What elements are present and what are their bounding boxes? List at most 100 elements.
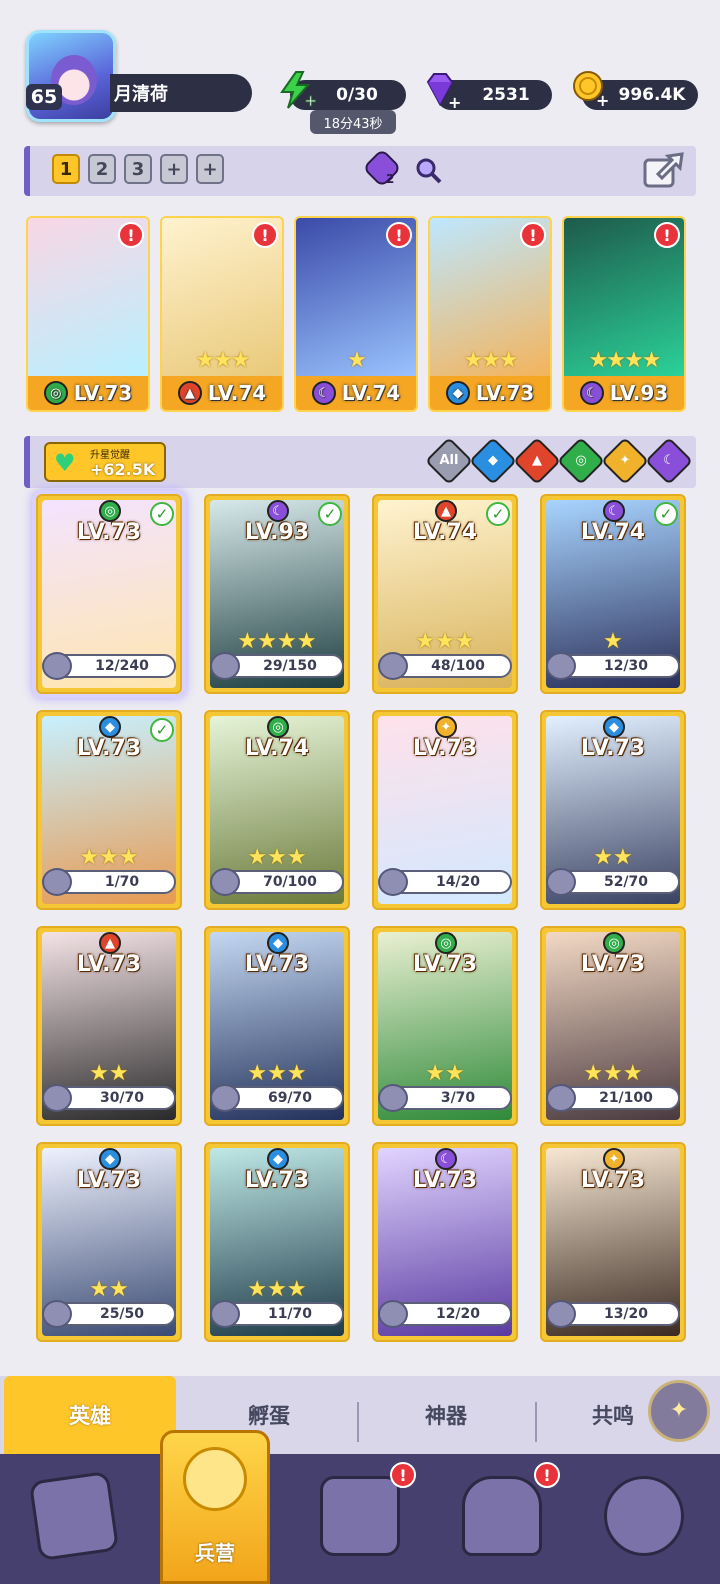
nav-barracks-label: 兵营: [195, 1541, 235, 1565]
shard-icon: [546, 1300, 576, 1328]
svg-text:+: +: [448, 93, 460, 110]
wind-element-icon: ◎: [267, 716, 289, 738]
hero-level: LV.73: [412, 952, 478, 977]
team-hero-card[interactable]: ◎ LV.73!: [26, 216, 150, 412]
barracks-icon: [183, 1447, 247, 1511]
light-element-icon: ✦: [603, 1148, 625, 1170]
sparkle-button[interactable]: ✦: [648, 1380, 710, 1442]
gem-icon[interactable]: +: [420, 70, 460, 110]
gold-coin-icon[interactable]: +: [568, 68, 608, 108]
hero-card[interactable]: ☾ LV.73 12/20: [372, 1142, 518, 1342]
awaken-bonus[interactable]: ♥ 升星觉醒 +62.5K: [44, 442, 166, 482]
hero-level: LV.93: [609, 381, 669, 405]
hero-card[interactable]: ☾ LV.74 ✓ ★ 12/30: [540, 494, 686, 694]
awaken-label: 升星觉醒: [90, 450, 130, 461]
shard-icon: [546, 868, 576, 896]
nav-castle-icon[interactable]: [462, 1476, 542, 1556]
hero-level: LV.73: [76, 1168, 142, 1193]
shard-icon: [42, 1300, 72, 1328]
hero-stars: ★★★★: [588, 348, 662, 373]
hero-card[interactable]: ▲ LV.73 ★★ 30/70: [36, 926, 182, 1126]
hero-card[interactable]: ◎ LV.73 ★★ 3/70: [372, 926, 518, 1126]
all-filter-label: All: [439, 453, 459, 468]
nav-cards-icon[interactable]: [28, 1470, 120, 1562]
hero-level: LV.73: [580, 736, 646, 761]
shard-icon: [210, 868, 240, 896]
svg-text:+: +: [596, 91, 608, 108]
hero-card[interactable]: ✦ LV.73 14/20: [372, 710, 518, 910]
team-hero-card[interactable]: ★ ☾ LV.74!: [294, 216, 418, 412]
hero-level: LV.74: [341, 381, 401, 405]
tab-heroes[interactable]: 英雄: [4, 1376, 176, 1454]
search-icon[interactable]: [414, 156, 444, 186]
hero-level: LV.73: [580, 1168, 646, 1193]
water-element-icon: ◆: [99, 1148, 121, 1170]
awaken-value: +62.5K: [90, 460, 156, 479]
hero-stars: ★★★: [583, 1061, 643, 1086]
light-element-icon: ✦: [435, 716, 457, 738]
hero-stars: ★★★: [415, 629, 475, 654]
hero-card[interactable]: ◎ LV.74 ★★★ 70/100: [204, 710, 350, 910]
hero-stars: ★: [603, 629, 623, 654]
wind-element-icon: ◎: [603, 932, 625, 954]
team-hero-card[interactable]: ★★★ ▲ LV.74!: [160, 216, 284, 412]
alert-badge: !: [118, 222, 144, 248]
nav-barracks[interactable]: 兵营: [160, 1430, 270, 1584]
hero-stars: ★★★: [247, 845, 307, 870]
check-icon: ✓: [318, 502, 342, 526]
hero-card[interactable]: ◆ LV.73 ★★★ 69/70: [204, 926, 350, 1126]
hero-stars: ★★★: [463, 348, 518, 373]
team-hero-card[interactable]: ★★★★ ☾ LV.93!: [562, 216, 686, 412]
check-icon: ✓: [150, 502, 174, 526]
hero-card[interactable]: ✦ LV.73 13/20: [540, 1142, 686, 1342]
water-filter-label: ◆: [488, 453, 498, 468]
shard-icon: [42, 868, 72, 896]
nav-map-alert: !: [390, 1462, 416, 1488]
dark-element-icon: ☾: [579, 381, 604, 405]
alert-badge: !: [520, 222, 546, 248]
water-element-icon: ◆: [603, 716, 625, 738]
water-element-icon: ◆: [267, 1148, 289, 1170]
shard-icon: [210, 652, 240, 680]
hero-card[interactable]: ◎ LV.73 ✓ 12/240: [36, 494, 182, 694]
shard-icon: [42, 1084, 72, 1112]
check-icon: ✓: [150, 718, 174, 742]
hero-level: LV.74: [207, 381, 267, 405]
team-badge-count: 2: [386, 172, 395, 186]
hero-card[interactable]: ◎ LV.73 ★★★ 21/100: [540, 926, 686, 1126]
hero-card[interactable]: ▲ LV.74 ✓ ★★★ 48/100: [372, 494, 518, 694]
shard-icon: [210, 1084, 240, 1112]
nav-mushroom-icon[interactable]: [604, 1476, 684, 1556]
hero-card[interactable]: ◆ LV.73 ★★ 25/50: [36, 1142, 182, 1342]
nav-map-icon[interactable]: [320, 1476, 400, 1556]
alert-badge: !: [654, 222, 680, 248]
hero-card[interactable]: ◆ LV.73 ★★★ 11/70: [204, 1142, 350, 1342]
team-slot-2[interactable]: 2: [88, 154, 116, 184]
light-filter-label: ✦: [619, 453, 631, 468]
svg-text:+: +: [304, 91, 316, 110]
hero-card[interactable]: ◆ LV.73 ✓ ★★★ 1/70: [36, 710, 182, 910]
fire-filter-label: ▲: [532, 453, 542, 468]
team-add-slot[interactable]: +: [196, 154, 224, 184]
energy-timer: 18分43秒: [310, 110, 396, 134]
shard-icon: [378, 1084, 408, 1112]
shard-icon: [42, 652, 72, 680]
water-element-icon: ◆: [445, 381, 470, 405]
tab-artifacts[interactable]: 神器: [358, 1376, 534, 1454]
hero-stars: ★★★: [247, 1061, 307, 1086]
energy-bolt-icon[interactable]: +: [276, 70, 316, 110]
fire-element-icon: ▲: [99, 932, 121, 954]
hero-stars: ★★★: [247, 1277, 307, 1302]
hero-level: LV.73: [580, 952, 646, 977]
hero-card[interactable]: ☾ LV.93 ✓ ★★★★ 29/150: [204, 494, 350, 694]
team-slot-3[interactable]: 3: [124, 154, 152, 184]
hero-stars: ★★: [89, 1277, 129, 1302]
hero-card[interactable]: ◆ LV.73 ★★ 52/70: [540, 710, 686, 910]
team-add-slot[interactable]: +: [160, 154, 188, 184]
team-slot-1[interactable]: 1: [52, 154, 80, 184]
shard-icon: [546, 1084, 576, 1112]
team-hero-card[interactable]: ★★★ ◆ LV.73!: [428, 216, 552, 412]
share-icon[interactable]: [642, 150, 686, 190]
hero-level: LV.73: [76, 952, 142, 977]
hero-stars: ★★★★: [237, 629, 317, 654]
